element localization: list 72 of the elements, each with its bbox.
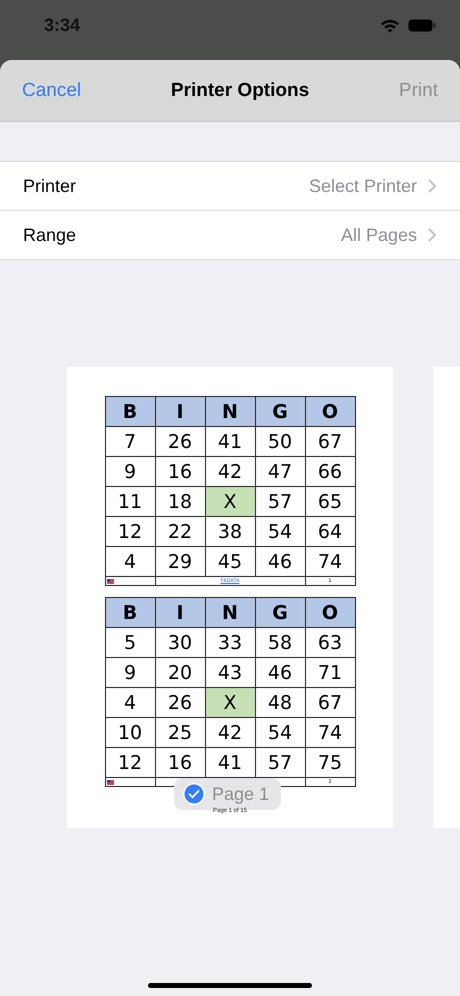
number-cell: 66 <box>305 456 355 486</box>
header-cell: G <box>255 396 305 426</box>
header-cell: N <box>205 598 255 628</box>
number-cell: 74 <box>305 546 355 576</box>
number-cell: 33 <box>205 628 255 658</box>
number-cell: 50 <box>255 426 305 456</box>
number-cell: 71 <box>305 658 355 688</box>
number-cell: 9 <box>105 456 155 486</box>
option-value: Select Printer <box>308 176 417 196</box>
header-cell: B <box>105 598 155 628</box>
number-cell: 46 <box>255 658 305 688</box>
page-label: Page 1 <box>212 784 270 804</box>
battery-icon <box>408 18 436 32</box>
number-cell: X <box>205 486 255 516</box>
wifi-icon <box>380 18 400 32</box>
number-cell: 67 <box>305 426 355 456</box>
option-label: Printer <box>23 176 76 196</box>
number-cell: 11 <box>105 486 155 516</box>
number-cell: 45 <box>205 546 255 576</box>
option-row[interactable]: Printer Select Printer <box>0 162 460 211</box>
number-cell: 58 <box>255 628 305 658</box>
cancel-button[interactable]: Cancel <box>22 80 82 102</box>
number-cell: 30 <box>155 628 205 658</box>
number-cell: 67 <box>305 688 355 718</box>
number-cell: 26 <box>155 688 205 718</box>
flag-icon <box>106 579 114 584</box>
number-cell: 42 <box>205 718 255 748</box>
number-cell: 22 <box>155 516 205 546</box>
header-cell: I <box>155 396 205 426</box>
number-cell: 4 <box>105 546 155 576</box>
number-cell: 12 <box>105 516 155 546</box>
number-cell: 5 <box>105 628 155 658</box>
header-cell: N <box>205 396 255 426</box>
number-cell: 65 <box>305 486 355 516</box>
number-cell: 75 <box>305 748 355 778</box>
option-label: Range <box>23 224 76 246</box>
flag-icon <box>106 780 114 785</box>
option-row[interactable]: Range All Pages <box>0 211 460 260</box>
number-cell: 74 <box>305 718 355 748</box>
header-cell: O <box>305 396 355 426</box>
number-cell: 57 <box>255 486 305 516</box>
number-cell: 57 <box>255 748 305 778</box>
chevron-icon <box>428 179 436 193</box>
number-cell: 18 <box>155 486 205 516</box>
number-cell: 29 <box>155 546 205 576</box>
nav-title: Printer Options <box>170 80 310 102</box>
header-cell: G <box>255 598 305 628</box>
number-cell: 47 <box>255 456 305 486</box>
chevron-icon <box>428 228 436 242</box>
number-cell: 63 <box>305 628 355 658</box>
header-cell: O <box>305 598 355 628</box>
number-cell: 41 <box>205 426 255 456</box>
number-cell: 9 <box>105 658 155 688</box>
header-cell: B <box>105 396 155 426</box>
number-cell: 26 <box>155 426 205 456</box>
number-cell: 64 <box>305 516 355 546</box>
number-cell: 25 <box>155 718 205 748</box>
option-value: All Pages <box>340 224 417 246</box>
number-cell: 48 <box>255 688 305 718</box>
number-cell: 10 <box>105 718 155 748</box>
number-cell: 12 <box>105 748 155 778</box>
number-cell: 4 <box>105 688 155 718</box>
number-cell: 16 <box>155 456 205 486</box>
number-cell: 54 <box>255 718 305 748</box>
number-cell: 46 <box>255 546 305 576</box>
number-cell: 20 <box>155 658 205 688</box>
header-cell: I <box>155 598 205 628</box>
number-cell: X <box>205 688 255 718</box>
number-cell: 7 <box>105 426 155 456</box>
number-cell: 38 <box>205 516 255 546</box>
status-time: 3:34 <box>44 14 80 36</box>
number-cell: 54 <box>255 516 305 546</box>
